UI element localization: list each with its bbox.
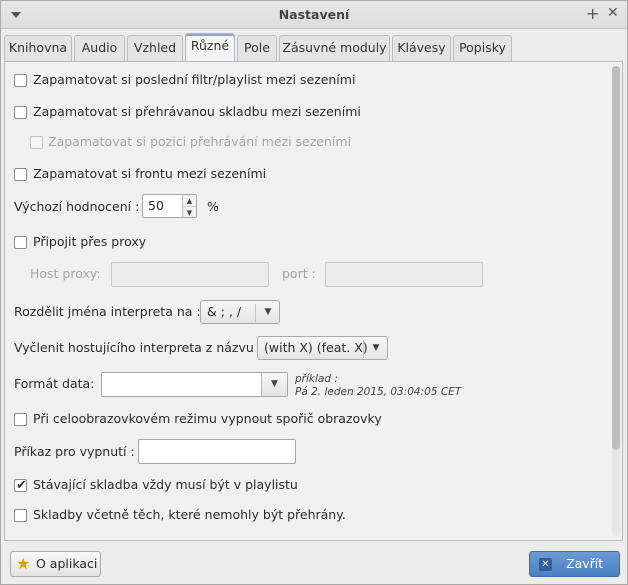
split-artists-value: & ; , / (207, 304, 242, 319)
default-rating-unit: % (207, 199, 219, 214)
screensaver-label: Při celoobrazovkovém režimu vypnout spoř… (33, 411, 382, 426)
about-button[interactable]: ★ O aplikaci (10, 551, 101, 577)
tab-popisky[interactable]: Popisky (453, 35, 512, 61)
proxy-port-input (325, 262, 483, 287)
vertical-scrollbar[interactable] (612, 66, 620, 536)
extract-guest-value: (with X) (feat. X) (264, 340, 368, 355)
tab-ruzne[interactable]: Různé (185, 33, 235, 62)
remember-filter-label: Zapamatovat si poslední filtr/playlist m… (33, 72, 356, 87)
default-rating-label: Výchozí hodnocení : (14, 199, 140, 214)
chevron-down-icon[interactable]: ▼ (257, 301, 279, 323)
remember-filter-checkbox[interactable] (14, 74, 27, 87)
extract-guest-dropdown[interactable]: (with X) (feat. X) ▼ (257, 336, 388, 360)
tab-pole[interactable]: Pole (237, 35, 277, 61)
screensaver-checkbox[interactable] (14, 413, 27, 426)
tab-zasuvne-moduly[interactable]: Zásuvné moduly (279, 35, 390, 61)
remember-track-checkbox[interactable] (14, 106, 27, 119)
title-bar: Nastavení + ✕ (1, 1, 627, 29)
close-box-icon: ✕ (539, 558, 552, 571)
default-rating-spinbox[interactable]: 50 ▲ ▼ (142, 194, 197, 218)
include-unplayable-label: Skladby včetně těch, které nemohly být p… (33, 507, 346, 522)
split-artists-dropdown[interactable]: & ; , / ▼ (200, 300, 280, 324)
chevron-down-icon[interactable]: ▼ (261, 373, 287, 396)
close-button-label: Zavřít (566, 556, 604, 571)
maximize-icon[interactable]: + (586, 4, 599, 23)
spin-buttons[interactable]: ▲ ▼ (182, 195, 196, 217)
chevron-down-icon[interactable]: ▼ (183, 207, 196, 219)
proxy-port-label: port : (282, 266, 316, 281)
date-example-value: Pá 2. leden 2015, 03:04:05 CET (295, 386, 462, 398)
default-rating-value: 50 (148, 198, 164, 213)
chevron-up-icon[interactable]: ▲ (183, 195, 196, 207)
shutdown-command-input[interactable] (138, 439, 296, 464)
extract-guest-label: Vyčlenit hostujícího interpreta z názvu … (14, 340, 262, 355)
combo-separator (255, 304, 256, 322)
checkmark-icon: ✔ (16, 478, 27, 493)
close-icon[interactable]: ✕ (607, 5, 619, 21)
remember-queue-checkbox[interactable] (14, 168, 27, 181)
date-format-label: Formát data: (14, 376, 95, 391)
about-button-label: O aplikaci (36, 556, 98, 571)
tab-knihovna[interactable]: Knihovna (4, 35, 72, 61)
split-artists-label: Rozdělit jména interpreta na : (14, 304, 201, 319)
remember-track-label: Zapamatovat si přehrávanou skladbu mezi … (33, 104, 361, 119)
tab-klavesy[interactable]: Klávesy (392, 35, 451, 61)
star-icon: ★ (16, 554, 31, 573)
include-unplayable-checkbox[interactable] (14, 509, 27, 522)
current-in-playlist-label: Stávající skladba vždy musí být v playli… (33, 477, 298, 492)
date-format-input[interactable] (102, 373, 262, 396)
proxy-host-label: Host proxy: (30, 266, 101, 281)
date-format-combo[interactable]: ▼ (101, 372, 288, 397)
tab-audio[interactable]: Audio (74, 35, 125, 61)
proxy-checkbox[interactable] (14, 236, 27, 249)
remember-position-checkbox (30, 136, 43, 149)
settings-content: Zapamatovat si poslední filtr/playlist m… (5, 62, 605, 540)
date-example-label: příklad : (295, 373, 338, 385)
remember-position-label: Zapamatovat si pozici přehrávání mezi se… (48, 134, 352, 149)
window-title: Nastavení (278, 7, 350, 22)
shutdown-label: Příkaz pro vypnutí : (14, 444, 135, 459)
remember-queue-label: Zapamatovat si frontu mezi sezeními (33, 166, 267, 181)
tab-vzhled[interactable]: Vzhled (127, 35, 183, 61)
combo-separator (363, 340, 364, 358)
scrollbar-thumb[interactable] (612, 66, 620, 450)
chevron-down-icon[interactable]: ▼ (365, 337, 387, 359)
preferences-window: Nastavení + ✕ Knihovna Audio Vzhled Různ… (0, 0, 628, 585)
current-in-playlist-checkbox[interactable]: ✔ (14, 478, 27, 493)
proxy-host-input (111, 262, 269, 287)
settings-panel: Zapamatovat si poslední filtr/playlist m… (4, 61, 623, 541)
close-button[interactable]: ✕ Zavřít (529, 551, 620, 577)
proxy-label: Připojit přes proxy (33, 234, 147, 249)
